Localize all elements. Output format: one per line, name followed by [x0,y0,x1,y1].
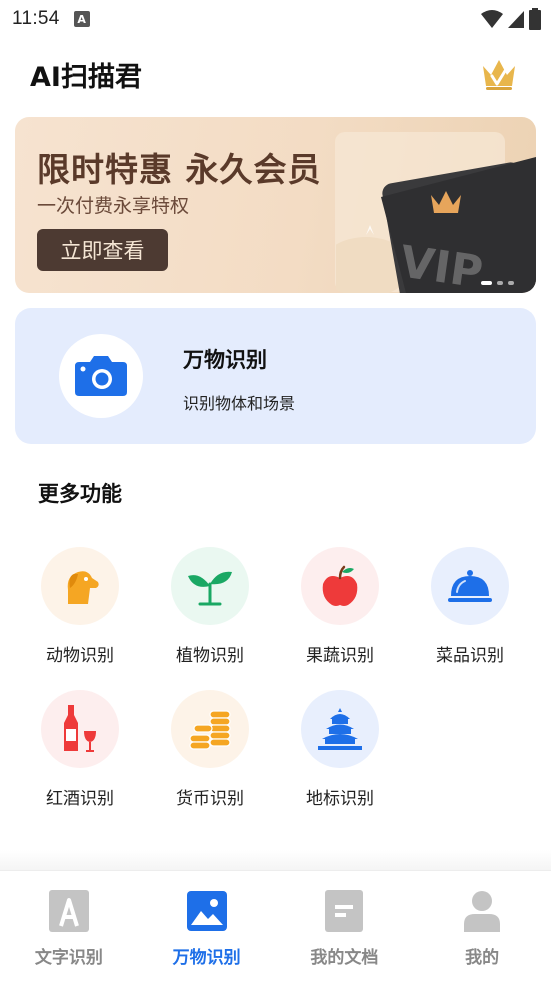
bottom-nav-shadow [0,850,551,872]
feature-label: 果蔬识别 [306,646,374,666]
status-time: 11:54 [12,8,60,29]
feature-currency[interactable]: 货币识别 [149,690,269,810]
nav-tab-text-recognition[interactable]: 文字识别 [0,871,138,981]
feature-icon-circle [41,547,119,625]
feature-fruit-veg[interactable]: 果蔬识别 [279,547,399,667]
coins-icon [189,710,231,750]
text-a-icon [47,889,91,933]
document-icon [322,889,366,933]
nav-tab-profile[interactable]: 我的 [413,871,551,981]
wifi-icon [481,10,503,28]
object-recognition-card[interactable]: 万物识别 识别物体和场景 [15,308,536,444]
apple-icon [322,565,358,606]
feature-animal[interactable]: 动物识别 [19,547,139,667]
feature-label: 货币识别 [176,789,244,809]
camera-icon [75,356,127,396]
signal-icon [508,11,524,28]
carousel-dot [481,281,492,285]
feature-label: 菜品识别 [436,646,504,666]
banner-subtitle: 一次付费永享特权 [37,195,190,217]
nav-label: 万物识别 [172,948,241,968]
status-bar: 11:54 A [0,0,551,38]
main-feature-subtitle: 识别物体和场景 [183,394,296,413]
feature-icon-circle [431,547,509,625]
feature-label: 植物识别 [176,646,244,666]
dog-icon [67,571,99,604]
dish-cover-icon [448,570,492,602]
image-icon [185,889,229,933]
banner-title: 限时特惠 永久会员 [37,150,322,189]
feature-label: 动物识别 [46,646,114,666]
status-indicators [481,8,541,30]
banner-cta-button[interactable]: 立即查看 [37,229,168,271]
feature-icon-circle [301,690,379,768]
app-title: AI扫描君 [30,62,142,93]
nav-label: 我的 [465,948,500,968]
feature-icon-circle [171,690,249,768]
crown-icon[interactable] [479,54,519,94]
feature-dish[interactable]: 菜品识别 [409,547,529,667]
feature-landmark[interactable]: 地标识别 [279,690,399,810]
notification-icon: A [73,11,90,27]
nav-tab-object-recognition[interactable]: 万物识别 [138,871,276,981]
carousel-dot [508,281,514,285]
main-icon-circle [59,334,143,418]
feature-label: 地标识别 [306,789,374,809]
feature-icon-circle [41,690,119,768]
carousel-indicator [481,281,514,285]
sprout-icon [188,571,232,606]
nav-label: 我的文档 [310,948,379,968]
feature-label: 红酒识别 [46,789,114,809]
nav-label: 文字识别 [34,948,103,968]
feature-plant[interactable]: 植物识别 [149,547,269,667]
promo-banner[interactable]: 限时特惠 永久会员 一次付费永享特权 立即查看 VIP [15,117,536,293]
main-feature-title: 万物识别 [183,348,267,372]
wine-icon [64,705,96,752]
carousel-dot [497,281,503,285]
more-features-title: 更多功能 [38,482,122,506]
battery-icon [529,8,541,30]
temple-icon [318,708,362,750]
nav-tab-my-documents[interactable]: 我的文档 [276,871,414,981]
person-icon [460,889,504,933]
bottom-navigation: 文字识别 万物识别 我的文档 我的 [0,870,551,981]
feature-icon-circle [301,547,379,625]
feature-icon-circle [171,547,249,625]
feature-wine[interactable]: 红酒识别 [19,690,139,810]
